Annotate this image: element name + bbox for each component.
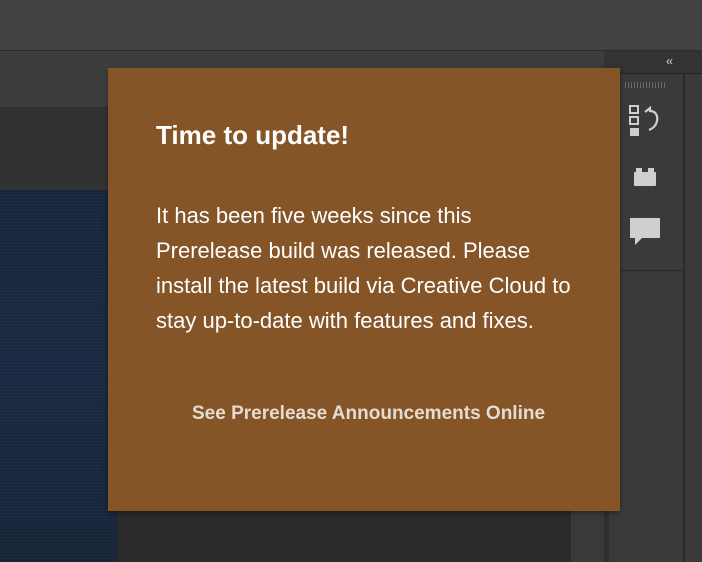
panel-icon-column-lower [609,271,683,562]
update-popover: Time to update! It has been five weeks s… [108,68,620,511]
options-bar [0,0,702,51]
history-icon[interactable] [628,104,662,138]
document-canvas[interactable] [0,190,118,562]
comments-icon[interactable] [628,214,662,248]
popover-message: It has been five weeks since this Prerel… [156,203,571,333]
collapse-panels-icon[interactable]: ‹‹ [666,54,673,68]
popover-title: Time to update! [156,120,350,150]
panel-dock-edge [684,74,702,562]
panel-grip-handle[interactable] [625,82,665,88]
prerelease-announcements-link[interactable]: See Prerelease Announcements Online [192,399,552,429]
libraries-icon[interactable] [628,162,662,196]
app-window: ‹‹ Time to update! It has been five week… [0,0,702,562]
